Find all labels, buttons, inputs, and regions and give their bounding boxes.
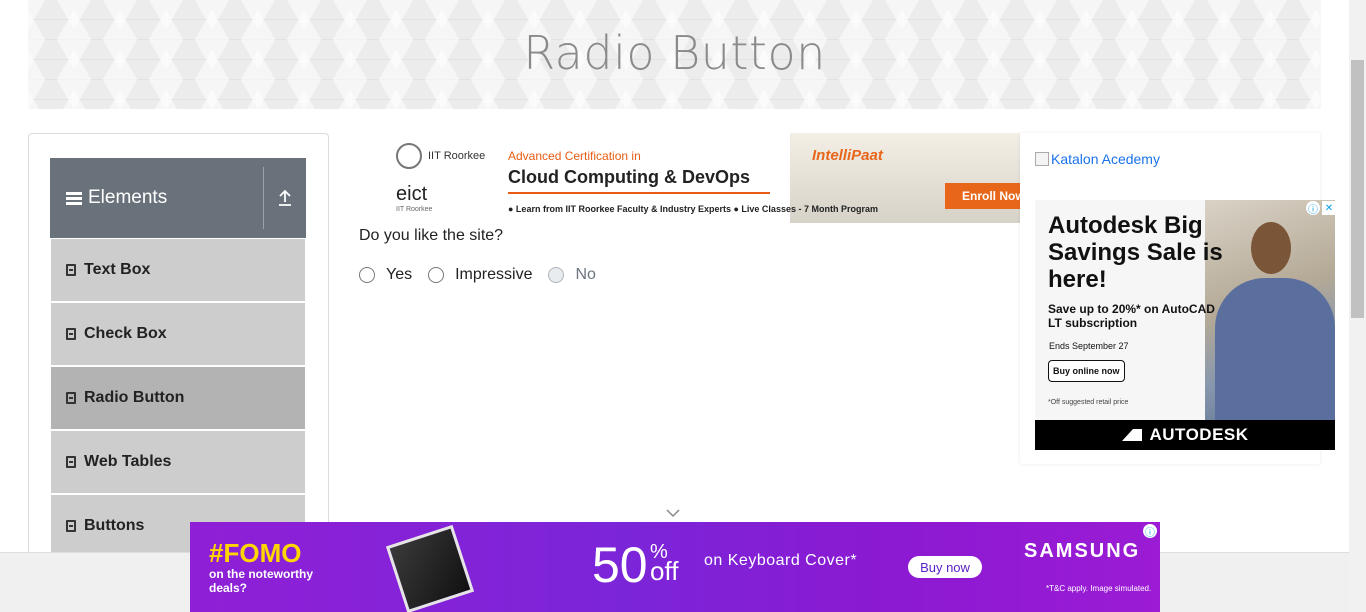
ad-org2-sub: IIT Roorkee (396, 206, 433, 213)
radio-question: Do you like the site? (359, 227, 504, 244)
sidebar-item-web-tables[interactable]: Web Tables (51, 431, 305, 493)
ad-org1: IIT Roorkee (428, 150, 486, 162)
katalon-ad-link[interactable]: Katalon Acedemy (1035, 151, 1160, 167)
chevron-down-icon (666, 507, 680, 519)
form-icon (66, 520, 76, 532)
page: Radio Button Elements Text Box Check Box… (0, 0, 1366, 612)
page-title: Radio Button (523, 26, 826, 80)
sidebar: Elements Text Box Check Box Radio Button… (28, 133, 329, 573)
tablet-image (385, 524, 475, 612)
sidebar-item-check-box[interactable]: Check Box (51, 303, 305, 365)
iit-logo: IIT Roorkee (396, 143, 485, 169)
form-icon (66, 328, 76, 340)
form-icon (66, 264, 76, 276)
radio-no-label: No (575, 266, 596, 283)
ad-headline: Autodesk Big Savings Sale is here! (1048, 212, 1223, 293)
ad-fine-print: *Off suggested retail price (1048, 399, 1129, 406)
ad-subtext: Save up to 20%* on AutoCAD LT subscripti… (1048, 302, 1215, 330)
ad-choices[interactable]: ⓘ ✕ (1304, 201, 1336, 216)
radio-no-input (548, 267, 565, 283)
sidebar-group-elements[interactable]: Elements (50, 158, 306, 238)
ad-close-icon[interactable]: ✕ (1322, 201, 1336, 215)
sidebar-group-header: Elements (50, 187, 263, 209)
form-icon (66, 392, 76, 404)
seal-icon (396, 143, 422, 169)
header-banner: Radio Button (28, 0, 1321, 109)
sidebar-item-label: Web Tables (84, 453, 172, 470)
radio-no: No (548, 266, 596, 284)
collapse-arrow-icon[interactable] (264, 189, 306, 207)
ad-cert-line: Advanced Certification in (508, 149, 641, 163)
radio-yes-label[interactable]: Yes (386, 266, 412, 284)
ad-discount-number: 50 (592, 537, 648, 593)
sidebar-group-label: Elements (88, 187, 168, 208)
autodesk-logo-text: AUTODESK (1149, 425, 1249, 444)
ad-info-icon[interactable]: ⓘ (1143, 524, 1157, 539)
ad-fomo: #FOMO (209, 538, 302, 568)
radio-yes-input[interactable] (359, 267, 375, 283)
ad-fomo-sub: on the noteworthy deals? (209, 567, 313, 595)
ad-org2: eict (396, 183, 428, 205)
ad-panel-right: Katalon Acedemy Autodesk Big Savings Sal… (1020, 133, 1335, 464)
sidebar-item-label: Text Box (84, 261, 151, 278)
sidebar-item-label: Radio Button (84, 389, 185, 406)
intellipaat-logo: IntelliPaat (812, 147, 883, 164)
enroll-now-button[interactable]: Enroll Now (945, 183, 1020, 209)
buy-online-button[interactable]: Buy online now (1048, 360, 1125, 382)
autodesk-ad[interactable]: Autodesk Big Savings Sale is here! Save … (1035, 200, 1335, 450)
sidebar-item-text-box[interactable]: Text Box (51, 239, 305, 301)
sidebar-item-label: Check Box (84, 325, 167, 342)
ad-ends: Ends September 27 (1049, 341, 1129, 351)
vertical-scrollbar[interactable] (1349, 0, 1366, 612)
ad-banner-top[interactable]: IIT Roorkee eict IIT Roorkee Advanced Ce… (360, 133, 1020, 223)
buy-now-button[interactable]: Buy now (908, 556, 982, 578)
ad-offer-text: on Keyboard Cover* (704, 552, 858, 569)
sidebar-item-label: Buttons (84, 517, 145, 534)
radio-yes[interactable]: Yes (359, 266, 412, 284)
sidebar-item-radio-button[interactable]: Radio Button (51, 367, 305, 429)
autodesk-logo: AUTODESK (1035, 420, 1335, 450)
radio-impressive-input[interactable] (428, 267, 445, 283)
samsung-logo: SAMSUNG (1024, 540, 1141, 562)
ad-banner-bottom[interactable]: #FOMO on the noteworthy deals? 50 % off … (190, 522, 1160, 612)
ad-course-title: Cloud Computing & DevOps (508, 167, 770, 194)
radio-impressive[interactable]: Impressive (428, 266, 532, 284)
ad-learn-line: ● Learn from IIT Roorkee Faculty & Indus… (508, 204, 878, 214)
radio-group: Yes Impressive No (359, 266, 612, 284)
ad-info-icon[interactable]: ⓘ (1306, 201, 1320, 216)
menu-icon (66, 190, 82, 207)
ad-discount-off: off (650, 556, 679, 586)
radio-impressive-label[interactable]: Impressive (455, 266, 532, 284)
ad-tc: *T&C apply. Image simulated. (1046, 584, 1152, 593)
form-icon (66, 456, 76, 468)
katalon-ad-alt-text[interactable]: Katalon Acedemy (1051, 151, 1160, 167)
broken-image-icon (1035, 152, 1049, 166)
scrollbar-thumb[interactable] (1351, 60, 1364, 318)
eict-logo: eict IIT Roorkee (396, 183, 432, 213)
